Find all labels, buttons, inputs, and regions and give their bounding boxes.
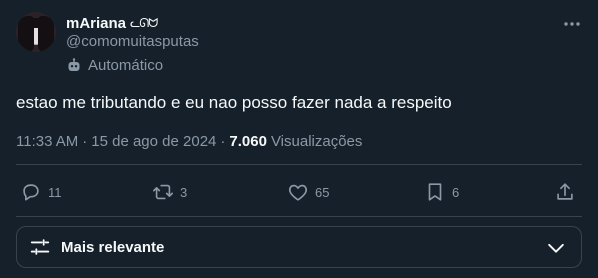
author-name-emoji: ᓚᘏᗢ bbox=[130, 15, 158, 30]
share-icon bbox=[557, 183, 573, 200]
meta-separator-1: · bbox=[82, 133, 88, 150]
more-horizontal-icon bbox=[564, 22, 580, 26]
tweet-date[interactable]: 15 de ago de 2024 bbox=[91, 133, 216, 150]
sort-label: Mais relevante bbox=[61, 238, 165, 256]
reply-button[interactable]: 11 bbox=[20, 178, 62, 206]
repost-icon bbox=[153, 184, 173, 200]
divider-top bbox=[16, 164, 582, 165]
author-handle[interactable]: @comomuitasputas bbox=[66, 33, 199, 50]
reply-icon bbox=[23, 184, 39, 201]
filter-sliders-icon bbox=[30, 239, 50, 255]
repost-count: 3 bbox=[180, 184, 188, 200]
author-display-name[interactable]: mAriana bbox=[66, 15, 126, 32]
repost-button[interactable]: 3 bbox=[152, 178, 187, 206]
like-button[interactable]: 65 bbox=[287, 178, 329, 206]
automated-account-label[interactable]: Automático bbox=[66, 57, 163, 74]
bookmark-button[interactable]: 6 bbox=[424, 178, 459, 206]
robot-icon bbox=[68, 57, 80, 71]
reply-sort-selector[interactable]: Mais relevante bbox=[16, 226, 582, 268]
meta-separator-2: · bbox=[220, 133, 226, 150]
views-label: Visualizações bbox=[270, 133, 363, 150]
avatar[interactable] bbox=[16, 12, 56, 52]
tweet-text: estao me tributando e eu nao posso fazer… bbox=[16, 93, 452, 112]
avatar-bangs bbox=[25, 18, 47, 28]
share-button[interactable] bbox=[554, 178, 576, 206]
bookmark-icon bbox=[428, 183, 442, 201]
heart-icon bbox=[288, 184, 308, 201]
chevron-down-icon bbox=[548, 243, 564, 253]
reply-count: 11 bbox=[48, 184, 62, 200]
bookmark-count: 6 bbox=[452, 184, 460, 200]
views-count[interactable]: 7.060 bbox=[229, 133, 267, 150]
like-count: 65 bbox=[315, 184, 330, 200]
divider-bottom bbox=[16, 216, 582, 217]
more-options-button[interactable] bbox=[560, 12, 584, 36]
author-name-row[interactable]: mAriana ᓚᘏᗢ bbox=[66, 13, 158, 33]
tweet-meta: 11:33 AM · 15 de ago de 2024 · 7.060 Vis… bbox=[16, 133, 362, 150]
tweet-actions-bar: 11 3 65 6 bbox=[0, 178, 598, 206]
tweet-time[interactable]: 11:33 AM bbox=[16, 133, 78, 150]
automated-label-text: Automático bbox=[88, 57, 164, 74]
